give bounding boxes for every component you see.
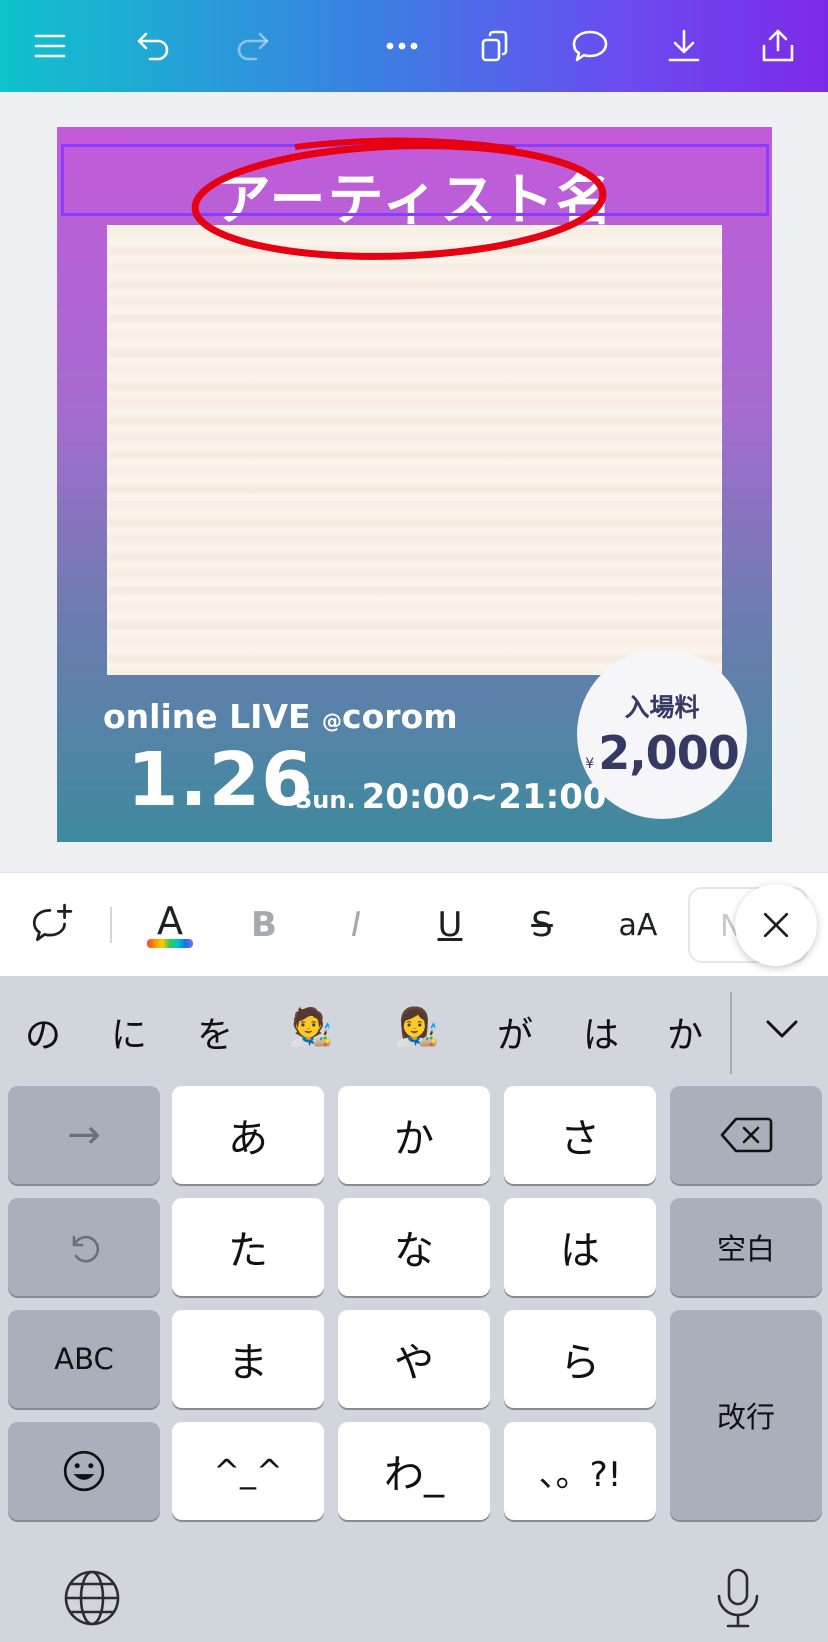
undo-icon[interactable] — [124, 16, 184, 76]
bold-button[interactable]: B — [234, 893, 294, 957]
close-icon — [763, 912, 789, 938]
event-time[interactable]: Sun. 20:00~21:00 — [295, 777, 607, 817]
key-ka[interactable]: か — [338, 1086, 490, 1184]
key-ra[interactable]: ら — [504, 1310, 656, 1408]
event-hours: 20:00~21:00 — [361, 777, 607, 817]
candidate-item[interactable]: 🧑‍🎨 — [276, 1006, 346, 1048]
top-toolbar — [0, 0, 828, 92]
emoji-key[interactable] — [8, 1422, 160, 1520]
candidate-item[interactable]: 👩‍🎨 — [382, 1006, 452, 1048]
copy-icon[interactable] — [466, 16, 526, 76]
design-page[interactable]: アーティスト名 online LIVE @corom 1.26 Sun. 20:0… — [57, 127, 772, 842]
abc-key-label: ABC — [54, 1342, 114, 1376]
add-comment-icon[interactable] — [22, 893, 82, 957]
candidate-item[interactable]: は — [566, 1006, 636, 1058]
event-subtitle[interactable]: online LIVE @corom — [103, 697, 458, 736]
return-key[interactable]: 改行 — [670, 1310, 822, 1520]
candidate-item[interactable]: か — [650, 1006, 720, 1058]
space-key-label: 空白 — [716, 1232, 775, 1266]
canva-mobile-editor: アーティスト名 online LIVE @corom 1.26 Sun. 20:0… — [0, 0, 828, 1642]
letter-case-button[interactable]: aA — [600, 893, 676, 957]
candidate-item[interactable]: に — [94, 1006, 164, 1058]
price-value: 2,000 — [598, 726, 740, 780]
more-icon[interactable] — [372, 16, 432, 76]
key-ha[interactable]: は — [504, 1198, 656, 1296]
candidate-item[interactable]: の — [8, 1006, 78, 1058]
microphone-icon[interactable] — [706, 1566, 770, 1630]
price-badge[interactable]: 入場料 ¥ 2,000 — [577, 649, 747, 819]
japanese-kana-keyboard: の に を 🧑‍🎨 👩‍🎨 が は か → あ か さ た な は 空白 ABC… — [0, 976, 828, 1642]
backspace-icon — [720, 1117, 773, 1153]
text-format-toolbar: A B I U S aA N — [0, 872, 828, 976]
key-wa[interactable]: わ_ — [338, 1422, 490, 1520]
globe-icon[interactable] — [60, 1566, 124, 1630]
key-a[interactable]: あ — [172, 1086, 324, 1184]
emoji-icon — [63, 1450, 105, 1492]
venue-name: corom — [342, 697, 458, 736]
key-na[interactable]: な — [338, 1198, 490, 1296]
candidate-bar: の に を 🧑‍🎨 👩‍🎨 が は か — [0, 976, 828, 1086]
redo-icon[interactable] — [222, 16, 282, 76]
close-toolbar-button[interactable] — [735, 884, 817, 966]
menu-icon[interactable] — [20, 16, 80, 76]
candidate-item[interactable]: を — [180, 1006, 250, 1058]
space-key[interactable]: 空白 — [670, 1198, 822, 1296]
abc-key[interactable]: ABC — [8, 1310, 160, 1408]
underline-button[interactable]: U — [420, 893, 480, 957]
at-sign: @ — [322, 709, 343, 733]
photo-placeholder[interactable] — [107, 225, 722, 675]
event-day: Sun. — [295, 786, 356, 814]
chevron-down-icon[interactable] — [760, 1008, 804, 1052]
key-ya[interactable]: や — [338, 1310, 490, 1408]
undo-key[interactable] — [8, 1198, 160, 1296]
italic-button[interactable]: I — [326, 893, 386, 957]
candidate-divider — [730, 992, 732, 1074]
price-currency: ¥ — [585, 756, 595, 772]
price-label: 入場料 — [624, 693, 700, 722]
key-kaomoji[interactable]: ^_^ — [172, 1422, 324, 1520]
toolbar-divider — [110, 907, 112, 943]
arrow-right-icon: → — [67, 1112, 101, 1158]
text-color-button[interactable]: A — [140, 893, 200, 957]
delete-key[interactable] — [670, 1086, 822, 1184]
return-key-label: 改行 — [716, 1400, 775, 1434]
key-ta[interactable]: た — [172, 1198, 324, 1296]
share-icon[interactable] — [748, 16, 808, 76]
canvas-area: アーティスト名 online LIVE @corom 1.26 Sun. 20:0… — [0, 92, 828, 872]
event-date[interactable]: 1.26 — [127, 737, 314, 823]
strikethrough-button[interactable]: S — [512, 893, 572, 957]
event-type: online LIVE — [103, 697, 311, 736]
color-swatch-bar — [147, 938, 193, 948]
text-selection-box[interactable] — [61, 144, 769, 216]
key-punctuation[interactable]: 、。?! — [504, 1422, 656, 1520]
comment-icon[interactable] — [560, 16, 620, 76]
text-color-icon: A — [157, 898, 183, 943]
candidate-item[interactable]: が — [480, 1006, 550, 1058]
undo-arrow-icon — [72, 1235, 100, 1263]
key-sa[interactable]: さ — [504, 1086, 656, 1184]
download-icon[interactable] — [654, 16, 714, 76]
next-candidate-key[interactable]: → — [8, 1086, 160, 1184]
key-ma[interactable]: ま — [172, 1310, 324, 1408]
